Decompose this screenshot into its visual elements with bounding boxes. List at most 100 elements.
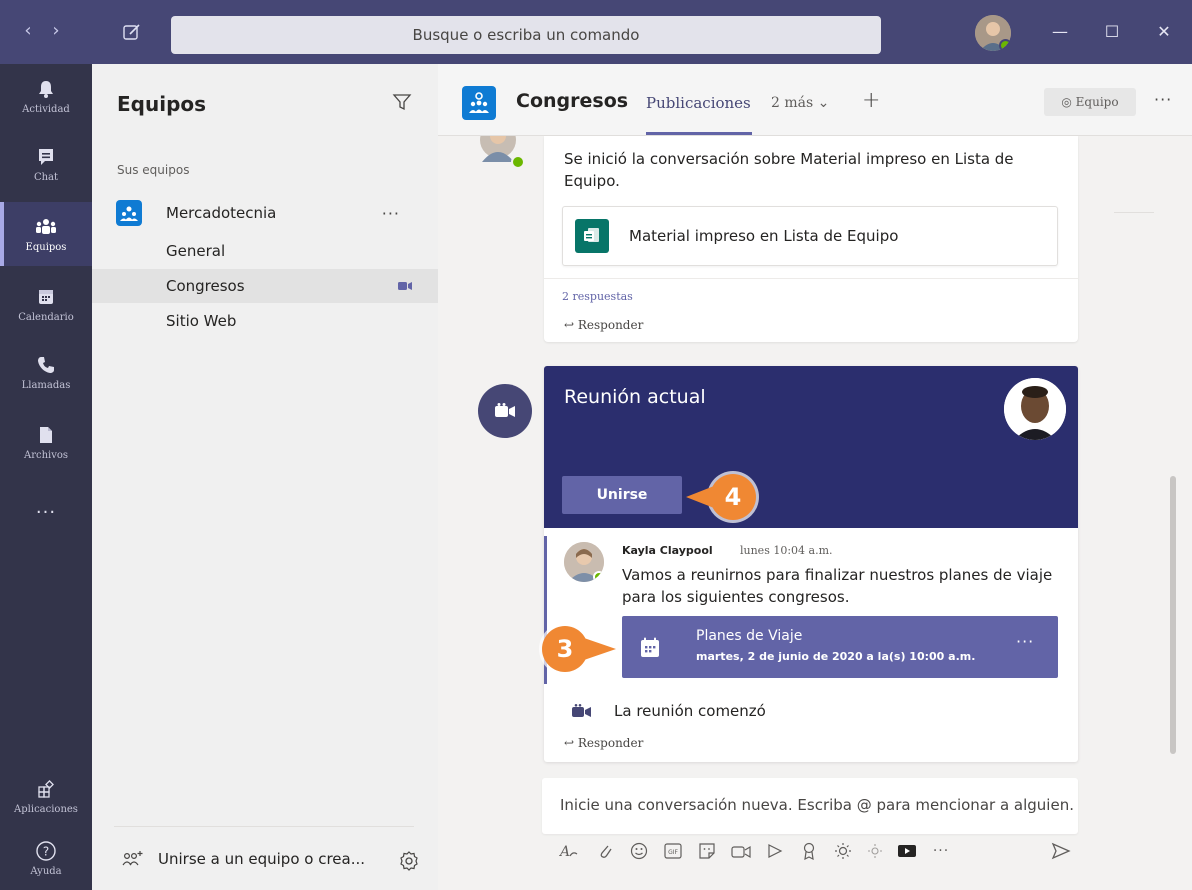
gif-icon[interactable]: GIF [662, 840, 684, 862]
divider [1114, 212, 1154, 213]
format-icon[interactable]: A [558, 840, 580, 862]
rail-more-button[interactable]: ··· [0, 494, 92, 534]
more-tabs-dropdown[interactable]: 2 más ⌄ [771, 95, 829, 111]
add-tab-button[interactable]: + [862, 88, 880, 113]
filter-icon[interactable] [392, 92, 412, 112]
video-icon[interactable] [896, 840, 918, 862]
calendar-icon [34, 286, 58, 308]
rail-label: Actividad [22, 104, 70, 115]
channel-item-congresos[interactable]: Congresos [92, 269, 438, 303]
presence-available-icon [999, 39, 1011, 51]
scrollbar[interactable] [1170, 476, 1176, 754]
rail-item-ayuda[interactable]: ? Ayuda [0, 826, 92, 890]
divider [114, 826, 414, 827]
rail-item-chat[interactable]: Chat [0, 132, 92, 196]
light-icon[interactable] [864, 840, 886, 862]
channel-main-area: Congresos Publicaciones 2 más ⌄ + ◎ Equi… [438, 64, 1192, 890]
rail-label: Ayuda [30, 866, 62, 877]
weather-icon[interactable] [832, 840, 854, 862]
bell-icon [34, 78, 58, 100]
reply-button[interactable]: ↩ Responder [564, 318, 643, 332]
author-name: Kayla Claypool [622, 544, 713, 557]
attach-icon[interactable] [594, 840, 616, 862]
channel-item-general[interactable]: General [92, 234, 438, 268]
rail-item-archivos[interactable]: Archivos [0, 410, 92, 474]
back-arrow-icon[interactable]: ‹ [14, 20, 42, 41]
join-meeting-button[interactable]: Unirse [562, 476, 682, 514]
minimize-button[interactable]: — [1048, 22, 1072, 46]
rail-label: Aplicaciones [14, 804, 78, 815]
meeting-started-label: La reunión comenzó [614, 702, 766, 720]
active-tab-indicator [646, 132, 752, 135]
meeting-camera-icon [572, 704, 591, 717]
compose-box[interactable]: Inicie una conversación nueva. Escriba @… [542, 778, 1078, 834]
channel-name: Sitio Web [166, 312, 237, 330]
search-placeholder: Busque o escriba un comando [412, 26, 640, 44]
divider [544, 278, 1078, 279]
teams-list-pane: Equipos Sus equipos Mercadotecnia ··· Ge… [92, 64, 438, 890]
close-button[interactable]: ✕ [1152, 22, 1176, 46]
maximize-button[interactable]: ☐ [1100, 22, 1124, 46]
file-name: Material impreso en Lista de Equipo [629, 227, 899, 245]
meeting-in-progress-icon [398, 282, 412, 290]
stream-icon[interactable] [764, 840, 786, 862]
message-timestamp: lunes 10:04 a.m. [740, 544, 833, 557]
search-command-box[interactable]: Busque o escriba un comando [171, 16, 881, 54]
meeting-title: Reunión actual [564, 386, 706, 408]
channel-title: Congresos [516, 90, 629, 112]
rail-item-equipos[interactable]: Equipos [0, 202, 92, 266]
more-options-icon[interactable]: ··· [930, 840, 952, 862]
new-chat-icon[interactable] [122, 22, 144, 44]
team-button[interactable]: ◎ Equipo [1044, 88, 1136, 116]
team-item-mercadotecnia[interactable]: Mercadotecnia ··· [112, 196, 422, 230]
author-avatar [478, 136, 524, 170]
app-rail: Actividad Chat Equipos Calendario Llamad… [0, 64, 92, 890]
meeting-thread: Kayla Claypool lunes 10:04 a.m. Vamos a … [544, 528, 1078, 688]
join-or-create-team-button[interactable]: Unirse a un equipo o crea... [122, 850, 365, 868]
event-more-options-icon[interactable]: ··· [1016, 632, 1034, 651]
channel-name: General [166, 242, 226, 260]
calendar-icon [641, 637, 659, 657]
meeting-started-row: La reunión comenzó [572, 702, 766, 720]
callout-pointer-3 [584, 638, 616, 660]
rail-label: Calendario [18, 312, 74, 323]
presence-available-icon [593, 571, 604, 582]
team-more-options-icon[interactable]: ··· [382, 204, 400, 223]
replies-link[interactable]: 2 respuestas [562, 290, 633, 303]
compose-toolbar: A GIF ··· [556, 840, 1076, 866]
gear-icon[interactable] [398, 850, 420, 872]
send-icon[interactable] [1050, 840, 1072, 862]
list-file-icon [575, 219, 609, 253]
reply-button[interactable]: ↩ Responder [564, 736, 643, 750]
channel-item-sitio-web[interactable]: Sitio Web [92, 304, 438, 338]
post-text: Se inició la conversación sobre Material… [564, 150, 1014, 190]
meet-now-icon[interactable] [730, 840, 752, 862]
tab-publicaciones[interactable]: Publicaciones [646, 94, 751, 112]
meeting-card: Reunión actual Unirse Kayla Claypool lun… [544, 366, 1078, 762]
channel-name: Congresos [166, 277, 245, 295]
more-options-icon[interactable]: ··· [1154, 90, 1172, 109]
rail-item-actividad[interactable]: Actividad [0, 64, 92, 128]
emoji-icon[interactable] [628, 840, 650, 862]
team-avatar-icon [462, 86, 496, 120]
history-nav: ‹ › [14, 20, 94, 44]
file-attachment-card[interactable]: Material impreso en Lista de Equipo [562, 206, 1058, 266]
profile-avatar[interactable] [975, 15, 1011, 51]
team-name: Mercadotecnia [166, 204, 277, 222]
join-team-icon [122, 851, 143, 866]
praise-icon[interactable] [798, 840, 820, 862]
step-callout-3: 3 [542, 626, 588, 672]
event-title: Planes de Viaje [696, 628, 803, 644]
rail-item-llamadas[interactable]: Llamadas [0, 340, 92, 404]
sticker-icon[interactable] [696, 840, 718, 862]
meeting-indicator-icon [478, 384, 532, 438]
message-text: Vamos a reunirnos para finalizar nuestro… [622, 566, 1053, 606]
chat-icon [34, 146, 58, 168]
conversation-post: Se inició la conversación sobre Material… [544, 136, 1078, 342]
rail-label: Equipos [25, 242, 67, 253]
forward-arrow-icon[interactable]: › [42, 20, 70, 41]
rail-item-calendario[interactable]: Calendario [0, 272, 92, 336]
calendar-event-card[interactable]: Planes de Viaje martes, 2 de junio de 20… [622, 616, 1058, 678]
join-team-label: Unirse a un equipo o crea... [158, 850, 366, 868]
rail-item-aplicaciones[interactable]: Aplicaciones [0, 764, 92, 828]
